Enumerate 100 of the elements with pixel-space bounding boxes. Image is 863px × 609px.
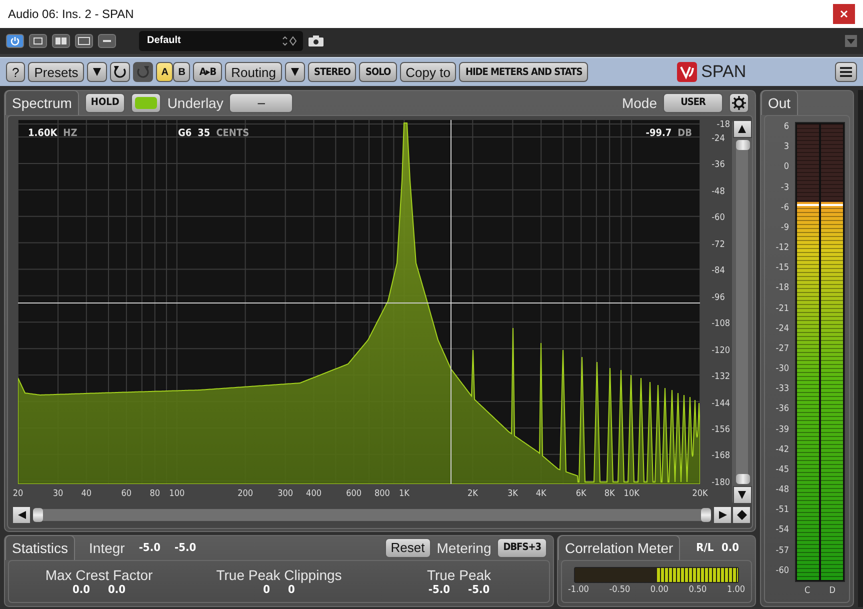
hold-button[interactable]: HOLD bbox=[84, 92, 126, 113]
correlation-tab[interactable]: Correlation Meter bbox=[558, 535, 680, 560]
meter-scale-label: -60 bbox=[776, 566, 789, 576]
meter-scale-label: -3 bbox=[780, 182, 789, 192]
scroll-handle[interactable] bbox=[736, 140, 750, 150]
statistic-label: Max Crest Factor bbox=[45, 566, 153, 583]
db-scale-label: -48 bbox=[712, 186, 726, 197]
close-button[interactable] bbox=[833, 4, 855, 24]
scroll-handle[interactable] bbox=[33, 508, 43, 522]
hide-meters-button[interactable]: HIDE METERS AND STATS bbox=[459, 62, 588, 82]
level-readout: -99.7 bbox=[646, 128, 672, 139]
meter-scale-label: -45 bbox=[776, 464, 789, 475]
copy-to-button[interactable]: Copy to bbox=[400, 62, 456, 82]
power-button[interactable] bbox=[6, 34, 24, 48]
frequency-scale-label: 10K bbox=[624, 488, 640, 499]
routing-menu-button[interactable] bbox=[284, 62, 305, 82]
meter-scale-label: -27 bbox=[776, 344, 789, 354]
solo-button[interactable]: SOLO bbox=[359, 62, 397, 82]
meter-scale-label: -24 bbox=[776, 324, 789, 334]
mode-label: Mode bbox=[622, 94, 657, 111]
integrated-value: -5.0 bbox=[174, 541, 196, 554]
note-readout: G6 bbox=[178, 128, 192, 139]
redo-icon bbox=[136, 65, 150, 80]
up-arrow-icon bbox=[737, 124, 747, 134]
scrollbar-track[interactable] bbox=[736, 140, 748, 484]
meter-scale-label: -36 bbox=[776, 404, 789, 414]
db-scale-label: -72 bbox=[712, 240, 726, 250]
frequency-scale-label: 40 bbox=[81, 488, 92, 499]
frequency-scale-label: 100 bbox=[169, 488, 185, 499]
spectrum-tab[interactable]: Spectrum bbox=[5, 90, 79, 116]
scroll-right-button[interactable] bbox=[713, 506, 732, 524]
menu-icon bbox=[839, 66, 853, 78]
frequency-scale-label: 20 bbox=[12, 488, 24, 499]
stereo-button[interactable]: STEREO bbox=[308, 62, 356, 82]
menu-button[interactable] bbox=[98, 34, 116, 48]
mode-dropdown[interactable]: USER bbox=[663, 92, 723, 113]
undo-icon bbox=[113, 65, 128, 80]
db-scale-label: -24 bbox=[712, 134, 726, 144]
meter-scale-label: -9 bbox=[780, 222, 789, 233]
db-scale-label: -108 bbox=[712, 319, 730, 330]
read-write-icon bbox=[55, 36, 67, 45]
bypass-button[interactable] bbox=[29, 34, 47, 48]
routing-button[interactable]: Routing bbox=[225, 62, 282, 82]
frequency-scale-label: 3K bbox=[507, 488, 518, 499]
read-write-button[interactable] bbox=[52, 34, 70, 48]
db-scale-label: -180 bbox=[712, 478, 730, 488]
meter-scale-label: -12 bbox=[776, 243, 789, 254]
metering-dropdown[interactable]: DBFS+3 bbox=[497, 538, 547, 558]
unit-label: HZ bbox=[63, 128, 78, 139]
presets-menu-button[interactable] bbox=[87, 62, 108, 82]
frequency-readout: 1.60K bbox=[28, 128, 58, 139]
channel-label: D bbox=[829, 586, 836, 596]
scrollbar-track[interactable] bbox=[33, 508, 711, 521]
meter-scale-label: -18 bbox=[776, 283, 789, 294]
scroll-up-button[interactable] bbox=[732, 120, 752, 138]
correlation-scale-label: 0.50 bbox=[688, 584, 707, 595]
close-icon bbox=[840, 10, 848, 18]
color-toggle[interactable] bbox=[131, 92, 162, 113]
meter-scale-label: -33 bbox=[776, 384, 789, 394]
meter-scale-label: -6 bbox=[780, 202, 789, 213]
channel-label: C bbox=[804, 586, 810, 596]
integrated-label: Integr bbox=[89, 540, 125, 556]
statistics-tab[interactable]: Statistics bbox=[5, 535, 76, 560]
compare-icon bbox=[78, 36, 90, 45]
scroll-down-button[interactable] bbox=[732, 486, 752, 504]
menu-button[interactable] bbox=[835, 62, 857, 82]
help-button[interactable]: ? bbox=[6, 62, 26, 82]
frequency-scale-label: 200 bbox=[238, 488, 254, 499]
db-scale-label: -156 bbox=[712, 424, 730, 435]
ab-toggle[interactable]: B bbox=[173, 62, 190, 82]
reset-zoom-button[interactable] bbox=[732, 506, 751, 524]
compare-button[interactable] bbox=[75, 34, 93, 48]
settings-button[interactable] bbox=[729, 92, 749, 113]
meter-scale-label: -51 bbox=[776, 505, 789, 516]
camera-icon[interactable] bbox=[308, 34, 324, 47]
underlay-dropdown[interactable]: – bbox=[229, 92, 294, 113]
frequency-scale-label: 6K bbox=[576, 488, 586, 499]
presets-button[interactable]: Presets bbox=[28, 62, 84, 82]
channel-pair-label: R/L bbox=[696, 541, 714, 554]
scroll-handle[interactable] bbox=[736, 474, 750, 484]
square-icon bbox=[33, 36, 43, 45]
statistic-value: -5.0 bbox=[468, 582, 490, 596]
undo-button[interactable] bbox=[110, 62, 130, 82]
meter-scale-label: 3 bbox=[784, 142, 789, 152]
reset-button[interactable]: Reset bbox=[384, 538, 431, 558]
db-scale-label: -36 bbox=[712, 160, 726, 170]
scroll-left-button[interactable] bbox=[12, 506, 31, 524]
window-title: Audio 06: Ins. 2 - SPAN bbox=[8, 6, 134, 21]
diamond-icon bbox=[736, 510, 746, 520]
dropdown-icon[interactable] bbox=[845, 34, 857, 47]
statistic-value: 0.0 bbox=[108, 582, 126, 596]
ab-toggle[interactable]: A bbox=[156, 62, 174, 82]
meter-scale-label: 6 bbox=[784, 122, 789, 132]
correlation-scale-label: -0.50 bbox=[609, 584, 630, 595]
db-scale-label: -18 bbox=[716, 120, 730, 130]
preset-field[interactable]: Default bbox=[139, 30, 303, 51]
out-tab[interactable]: Out bbox=[761, 90, 798, 116]
scroll-handle[interactable] bbox=[701, 508, 711, 522]
copy-ab-button[interactable]: A▸B bbox=[193, 62, 222, 82]
meter-scale-label: -57 bbox=[776, 546, 789, 556]
